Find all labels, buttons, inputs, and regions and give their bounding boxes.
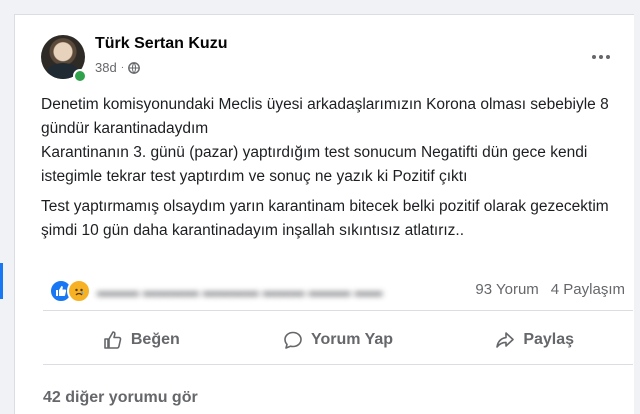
like-label: Beğen (130, 330, 180, 348)
thumbs-up-icon (104, 330, 122, 349)
more-dot-icon (592, 55, 596, 59)
post-paragraph: Test yaptırmamış olsaydım yarın karantin… (41, 198, 609, 239)
share-label: Paylaş (523, 330, 575, 348)
online-status-dot (73, 69, 87, 83)
share-count[interactable]: 4 Paylaşım (551, 281, 625, 298)
comment-button[interactable]: Yorum Yap (240, 315, 437, 364)
post-actions: Beğen Yorum Yap Paylaş (43, 315, 633, 365)
post-stats: ▬▬▬ ▬▬▬▬ ▬▬▬▬ ▬▬▬ ▬▬▬ ▬▬ 93 Yorum 4 Payl… (43, 273, 633, 311)
author-name[interactable]: Türk Sertan Kuzu (95, 35, 227, 53)
share-button[interactable]: Paylaş (436, 315, 633, 364)
share-arrow-icon (496, 331, 515, 348)
post-timestamp[interactable]: 38d (95, 60, 117, 75)
post-card: Türk Sertan Kuzu 38d · Denetim komisyonu… (0, 14, 634, 414)
engagement-counts: 93 Yorum 4 Paylaşım (475, 281, 625, 298)
focus-indicator (0, 263, 3, 299)
comment-count[interactable]: 93 Yorum (475, 281, 538, 298)
more-options-button[interactable] (583, 45, 619, 69)
more-dot-icon (606, 55, 610, 59)
meta-separator: · (120, 62, 125, 73)
view-more-comments-link[interactable]: 42 diğer yorumu gör (43, 389, 198, 407)
sad-reaction-icon (67, 279, 91, 303)
post-meta: 38d · (95, 60, 140, 75)
comment-bubble-icon (284, 331, 302, 349)
like-button[interactable]: Beğen (43, 315, 240, 364)
reaction-summary[interactable]: ▬▬▬ ▬▬▬▬ ▬▬▬▬ ▬▬▬ ▬▬▬ ▬▬ (49, 279, 382, 303)
comment-label: Yorum Yap (310, 330, 394, 348)
post-body: Denetim komisyonundaki Meclis üyesi arka… (41, 93, 621, 249)
more-dot-icon (599, 55, 603, 59)
post-header: Türk Sertan Kuzu 38d · (29, 25, 619, 85)
globe-icon[interactable] (128, 61, 140, 74)
post-paragraph: Denetim komisyonundaki Meclis üyesi arka… (41, 96, 609, 185)
reactors-blurred: ▬▬▬ ▬▬▬▬ ▬▬▬▬ ▬▬▬ ▬▬▬ ▬▬ (97, 283, 383, 299)
